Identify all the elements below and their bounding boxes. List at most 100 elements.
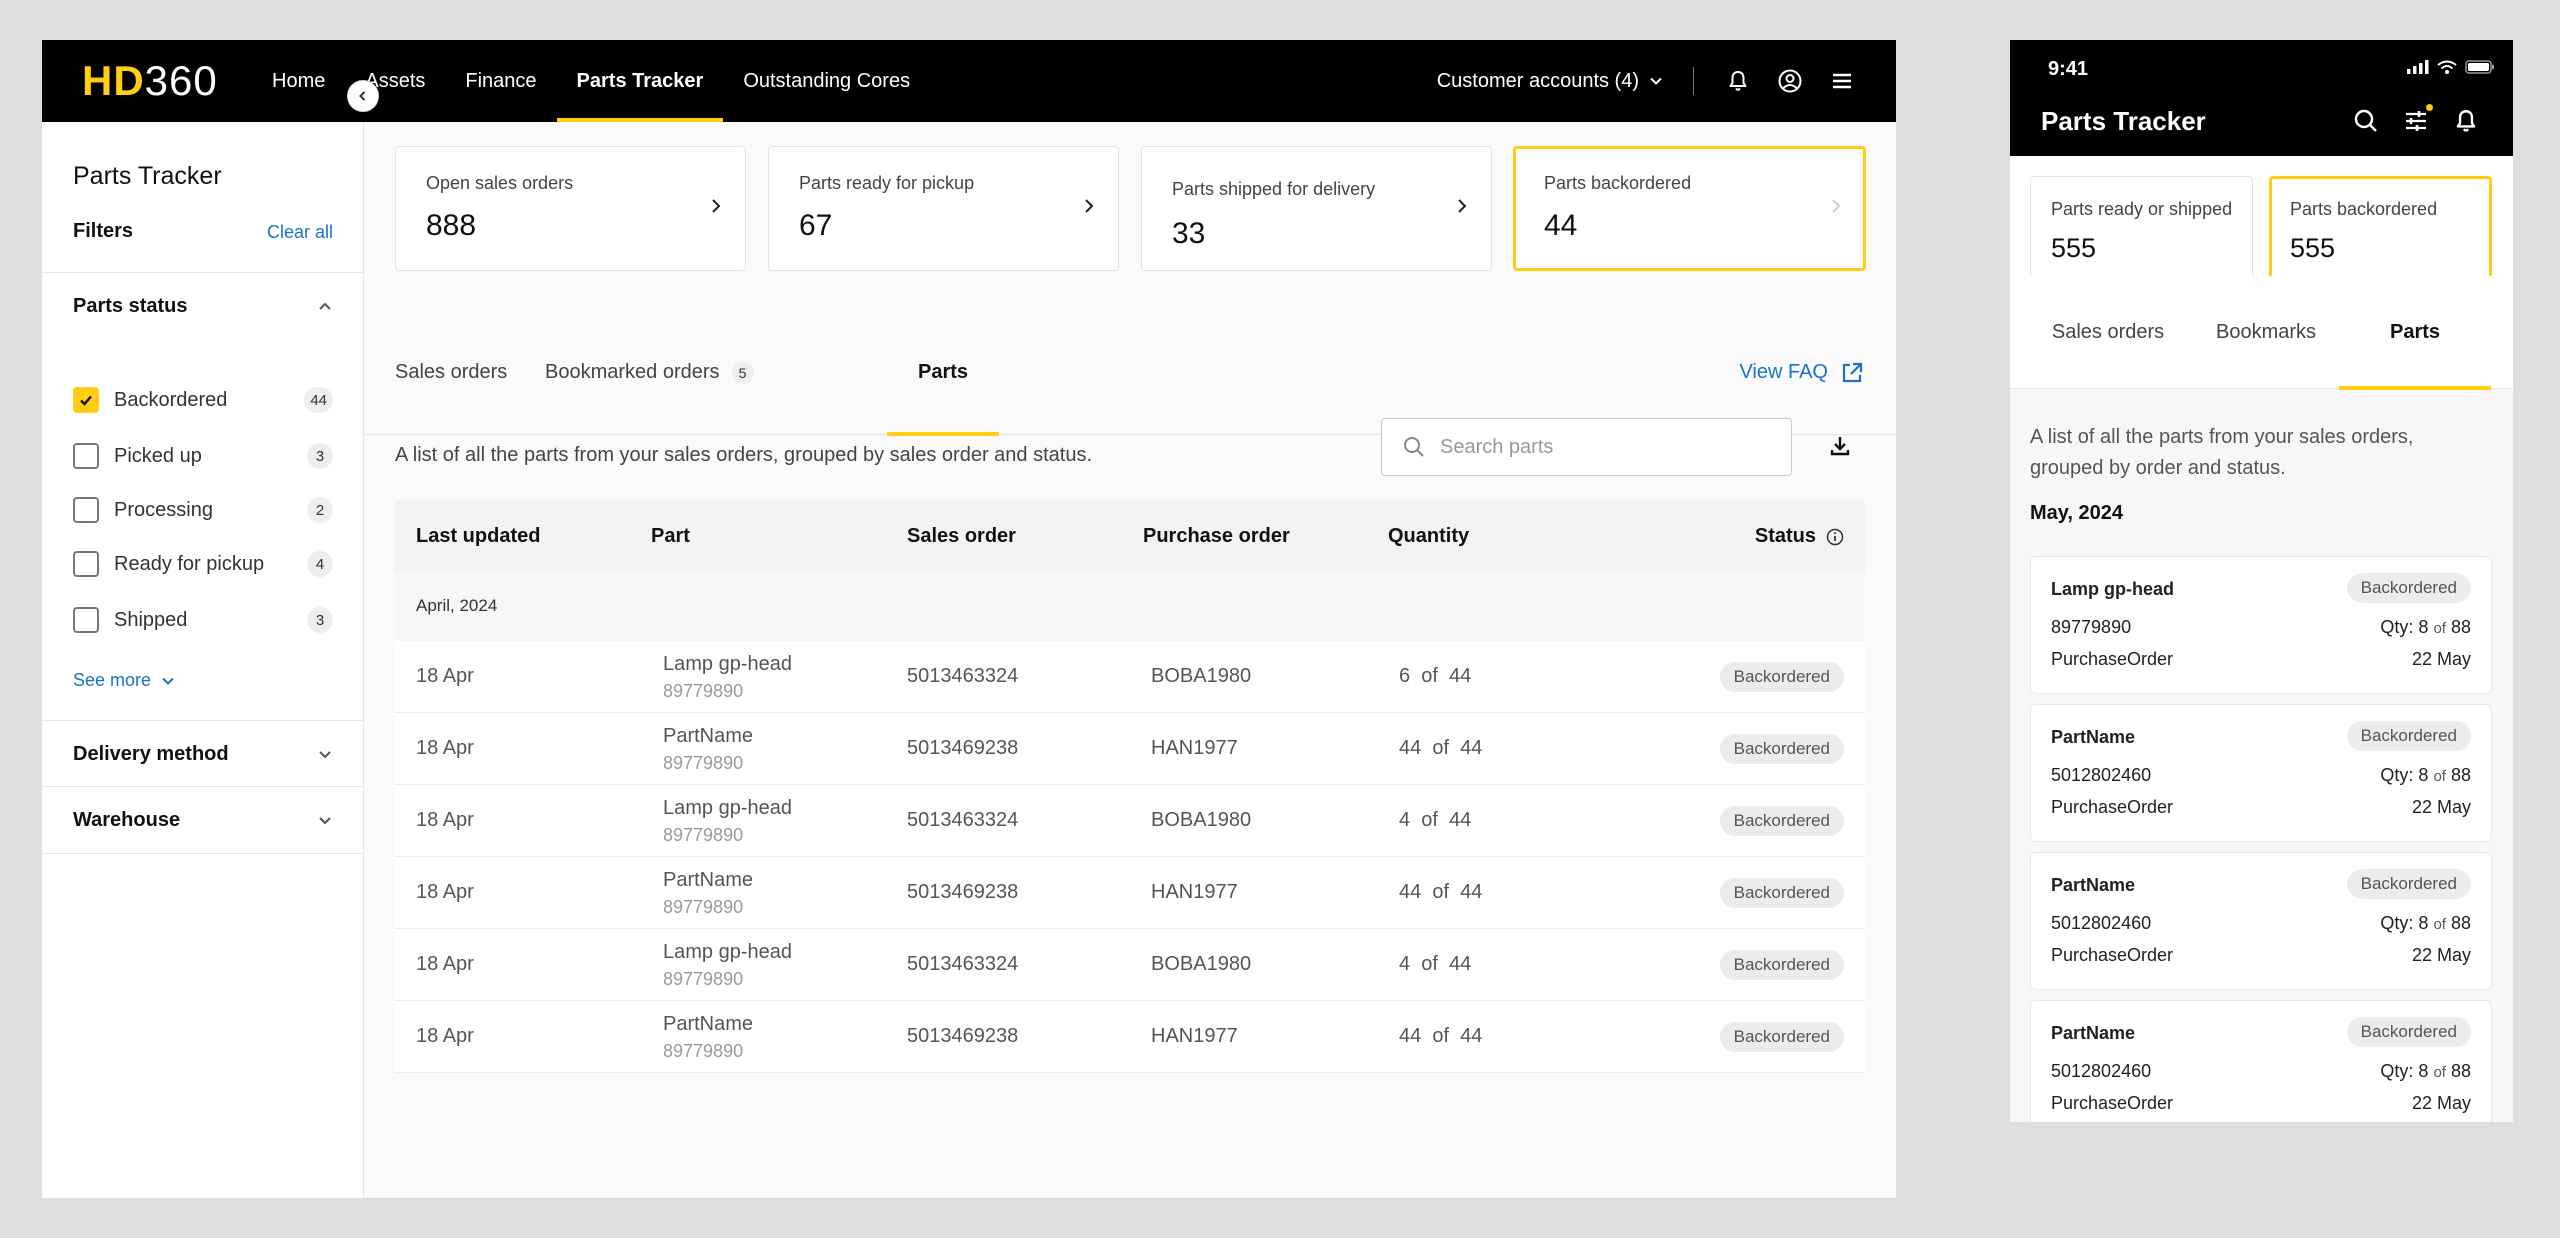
filter-processing[interactable]: Processing 2 — [73, 494, 333, 526]
download-button[interactable] — [1824, 430, 1856, 462]
tab-sales-orders[interactable]: Sales orders — [2010, 276, 2206, 389]
part-card[interactable]: PartName Backordered 5012802460 Qty: 8 o… — [2030, 1000, 2492, 1122]
tab-parts[interactable]: Parts — [887, 310, 999, 436]
chevron-down-icon — [1650, 77, 1662, 85]
nav-outstanding-cores[interactable]: Outstanding Cores — [723, 40, 930, 122]
filter-picked-up[interactable]: Picked up 3 — [73, 440, 333, 472]
bell-icon[interactable] — [2451, 106, 2481, 136]
status-bar-time: 9:41 — [2048, 58, 2089, 80]
tab-bookmarks[interactable]: Bookmarks — [2196, 276, 2336, 389]
see-more-link[interactable]: See more — [73, 670, 175, 691]
qty: 4 — [1399, 953, 1411, 975]
content-tabs: Sales orders Bookmarked orders 5 Parts V… — [364, 310, 1896, 436]
kpi-value: 888 — [426, 209, 477, 242]
part-card[interactable]: Lamp gp-head Backordered 89779890 Qty: 8… — [2030, 556, 2492, 694]
part-card[interactable]: PartName Backordered 5012802460 Qty: 8 o… — [2030, 704, 2492, 842]
chevron-up-icon — [319, 302, 331, 310]
kpi-label: Parts backordered — [1544, 173, 1692, 193]
column-status[interactable]: Status — [1755, 500, 1844, 573]
qty: 6 — [1399, 665, 1411, 687]
bookmark-count-badge: 5 — [731, 361, 754, 384]
info-icon[interactable] — [1826, 528, 1844, 546]
tab-sales-orders[interactable]: Sales orders — [395, 310, 507, 435]
view-faq-link[interactable]: View FAQ — [1739, 310, 1864, 435]
parts-description: A list of all the parts from your sales … — [395, 444, 1093, 466]
column-last-updated[interactable]: Last updated — [416, 500, 540, 573]
tab-parts[interactable]: Parts — [2339, 276, 2491, 390]
hamburger-menu-icon[interactable] — [1828, 67, 1856, 95]
checkbox[interactable] — [73, 497, 99, 523]
search-input[interactable] — [1440, 435, 1770, 459]
filter-ready-for-pickup[interactable]: Ready for pickup 4 — [73, 548, 333, 580]
warehouse-toggle[interactable]: Warehouse — [42, 787, 364, 853]
kpi-value: 555 — [2051, 233, 2097, 263]
cell-sales-order: 5013463324 — [907, 665, 1019, 687]
table-row[interactable]: 18 Apr PartName 89779890 5013469238 HAN1… — [395, 713, 1865, 785]
cell-sales-order: 5013463324 — [907, 953, 1019, 975]
qty-of: of — [1421, 809, 1438, 831]
mobile-kpi-row: Parts ready or shipped 555 Parts backord… — [2010, 156, 2513, 286]
column-quantity[interactable]: Quantity — [1388, 500, 1469, 573]
cell-purchase-order: HAN1977 — [1151, 881, 1238, 903]
column-purchase-order[interactable]: Purchase order — [1143, 500, 1290, 573]
table-row[interactable]: 18 Apr Lamp gp-head 89779890 5013463324 … — [395, 641, 1865, 713]
nav-parts-tracker[interactable]: Parts Tracker — [556, 40, 724, 122]
qty-total: 44 — [1460, 881, 1483, 903]
mobile-parts-description: A list of all the parts from your sales … — [2030, 426, 2414, 479]
kpi-parts-ready-for-pickup[interactable]: Parts ready for pickup 67 — [768, 146, 1119, 271]
search-icon[interactable] — [2351, 106, 2381, 136]
parts-status-section: Parts status — [42, 272, 364, 339]
card-quantity: Qty: 8 of 88 — [2380, 617, 2471, 638]
option-count: 3 — [307, 607, 333, 633]
card-quantity: Qty: 8 of 88 — [2380, 765, 2471, 786]
delivery-method-toggle[interactable]: Delivery method — [42, 721, 364, 787]
nav-finance[interactable]: Finance — [445, 40, 556, 122]
chevron-down-icon — [162, 677, 174, 685]
checkbox[interactable] — [73, 607, 99, 633]
kpi-parts-backordered[interactable]: Parts backordered 555 — [2269, 176, 2492, 286]
cell-sales-order: 5013469238 — [907, 881, 1019, 903]
qty-total: 88 — [2450, 765, 2471, 785]
checkbox[interactable] — [73, 443, 99, 469]
checkbox[interactable] — [73, 551, 99, 577]
filter-sliders-icon[interactable] — [2401, 104, 2433, 136]
cell-part-number: 89779890 — [663, 1041, 744, 1061]
clear-all-link[interactable]: Clear all — [267, 222, 333, 243]
chevron-down-icon — [319, 817, 331, 825]
table-row[interactable]: 18 Apr PartName 89779890 5013469238 HAN1… — [395, 1001, 1865, 1073]
column-part[interactable]: Part — [651, 500, 690, 573]
cell-purchase-order: BOBA1980 — [1151, 953, 1252, 975]
cell-quantity: 44 of 44 — [1399, 1025, 1482, 1048]
qty-of: of — [2433, 768, 2446, 785]
view-faq-label: View FAQ — [1739, 361, 1828, 383]
kpi-open-sales-orders[interactable]: Open sales orders 888 — [395, 146, 746, 271]
cell-part-name: Lamp gp-head — [663, 653, 792, 675]
column-sales-order[interactable]: Sales order — [907, 500, 1016, 573]
option-label: Ready for pickup — [114, 552, 265, 575]
kpi-parts-shipped[interactable]: Parts shipped for delivery 33 — [1141, 146, 1492, 271]
customer-accounts-dropdown[interactable]: Customer accounts (4) — [1437, 70, 1663, 93]
qty-of: of — [2433, 916, 2446, 933]
cell-date: 18 Apr — [416, 881, 474, 903]
part-card[interactable]: PartName Backordered 5012802460 Qty: 8 o… — [2030, 852, 2492, 990]
status-badge: Backordered — [2346, 573, 2471, 603]
filter-backordered[interactable]: Backordered 44 — [73, 384, 333, 416]
collapse-sidebar-button[interactable] — [347, 80, 379, 112]
mobile-tabs: Sales orders Bookmarks Parts — [2010, 276, 2513, 390]
kpi-parts-ready-or-shipped[interactable]: Parts ready or shipped 555 — [2030, 176, 2253, 286]
user-circle-icon[interactable] — [1776, 67, 1804, 95]
table-row[interactable]: 18 Apr PartName 89779890 5013469238 HAN1… — [395, 857, 1865, 929]
filter-shipped[interactable]: Shipped 3 — [73, 604, 333, 636]
main-nav: Home Assets Finance Parts Tracker Outsta… — [252, 40, 930, 122]
checkbox-checked[interactable] — [73, 387, 99, 413]
bell-icon[interactable] — [1724, 67, 1752, 95]
parts-status-toggle[interactable]: Parts status — [42, 273, 364, 339]
tab-bookmarked-orders[interactable]: Bookmarked orders 5 — [545, 310, 754, 435]
cell-purchase-order: HAN1977 — [1151, 1025, 1238, 1047]
search-parts-field[interactable] — [1381, 418, 1792, 476]
table-row[interactable]: 18 Apr Lamp gp-head 89779890 5013463324 … — [395, 785, 1865, 857]
table-row[interactable]: 18 Apr Lamp gp-head 89779890 5013463324 … — [395, 929, 1865, 1001]
hd360-logo[interactable]: HD 360 — [82, 57, 218, 104]
nav-home[interactable]: Home — [252, 40, 345, 122]
kpi-parts-backordered[interactable]: Parts backordered 44 — [1513, 146, 1866, 271]
